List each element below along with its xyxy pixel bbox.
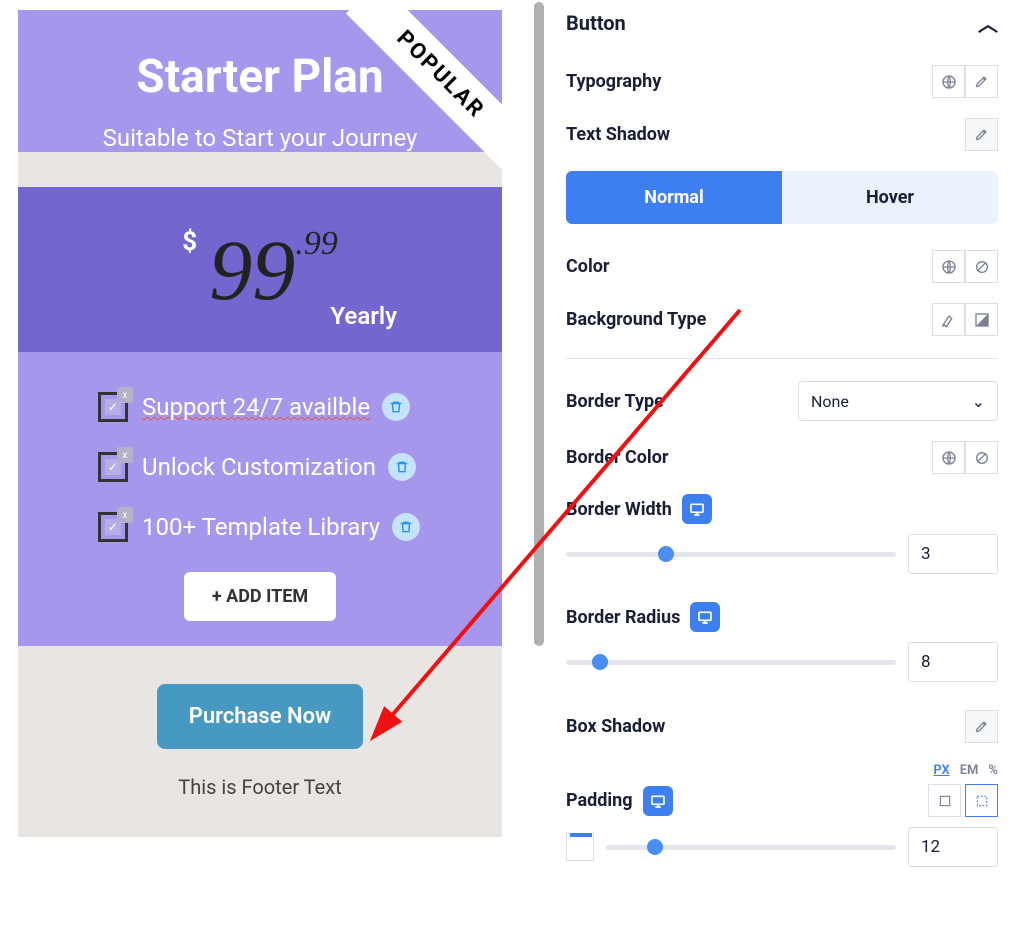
section-title: Button: [566, 11, 626, 35]
color-swatch-icon[interactable]: [965, 441, 998, 474]
state-tabs: Normal Hover: [566, 171, 998, 224]
price-bar: $ 99 .99 Yearly: [18, 187, 502, 352]
price-main: 99: [209, 227, 295, 313]
border-type-value: None: [811, 392, 849, 411]
feature-label: Unlock Customization: [142, 453, 376, 481]
purchase-button[interactable]: Purchase Now: [157, 684, 364, 749]
globe-icon[interactable]: [932, 250, 965, 283]
border-radius-slider-row: 8: [566, 642, 998, 682]
color-swatch-icon[interactable]: [965, 250, 998, 283]
card-header: POPULAR Starter Plan Suitable to Start y…: [18, 10, 502, 152]
footer-text: This is Footer Text: [38, 775, 482, 799]
color-row: Color: [566, 250, 998, 283]
gradient-icon[interactable]: [965, 303, 998, 336]
border-width-slider-row: 3: [566, 534, 998, 574]
feature-item[interactable]: ✓x Unlock Customization: [48, 452, 472, 482]
trash-icon[interactable]: [392, 513, 420, 541]
unit-em[interactable]: EM: [960, 763, 979, 778]
card-footer: Purchase Now This is Footer Text: [18, 646, 502, 837]
typography-row: Typography: [566, 65, 998, 98]
padding-side-indicator[interactable]: [566, 833, 594, 861]
border-radius-label: Border Radius: [566, 607, 680, 628]
features-list: ✓x Support 24/7 availble ✓x Unlock Custo…: [18, 352, 502, 646]
border-radius-input[interactable]: 8: [908, 642, 998, 682]
price-period: Yearly: [330, 302, 397, 330]
section-header-button[interactable]: Button ︿: [566, 8, 998, 37]
plan-subtitle: Suitable to Start your Journey: [38, 124, 482, 152]
background-type-label: Background Type: [566, 309, 706, 330]
box-shadow-row: Box Shadow: [566, 710, 998, 743]
border-type-row: Border Type None ⌄: [566, 381, 998, 421]
border-width-label: Border Width: [566, 499, 672, 520]
padding-slider[interactable]: [606, 845, 896, 850]
border-width-slider[interactable]: [566, 552, 896, 557]
trash-icon[interactable]: [388, 453, 416, 481]
text-shadow-row: Text Shadow: [566, 118, 998, 151]
pencil-icon[interactable]: [965, 118, 998, 151]
border-radius-slider[interactable]: [566, 660, 896, 665]
feature-item[interactable]: ✓x 100+ Template Library: [48, 512, 472, 542]
remove-icon[interactable]: x: [117, 387, 133, 403]
tab-hover[interactable]: Hover: [782, 171, 998, 224]
scroll-thumb[interactable]: [534, 2, 544, 646]
typography-label: Typography: [566, 71, 661, 92]
feature-item[interactable]: ✓x Support 24/7 availble: [48, 392, 472, 422]
pencil-icon[interactable]: [965, 710, 998, 743]
unlink-icon[interactable]: [928, 784, 961, 817]
price-currency: $: [182, 227, 197, 257]
feature-label: 100+ Template Library: [142, 513, 380, 541]
border-type-label: Border Type: [566, 391, 664, 412]
padding-control: 12: [566, 827, 998, 867]
desktop-icon[interactable]: [643, 786, 673, 816]
border-color-label: Border Color: [566, 447, 668, 468]
preview-pane: POPULAR Starter Plan Suitable to Start y…: [0, 0, 540, 933]
border-width-row: Border Width: [566, 494, 998, 524]
border-width-input[interactable]: 3: [908, 534, 998, 574]
background-type-row: Background Type: [566, 303, 998, 336]
unit-selector: PX EM %: [566, 763, 998, 778]
link-values-toggle: [928, 784, 998, 817]
globe-icon[interactable]: [932, 441, 965, 474]
trash-icon[interactable]: [382, 393, 410, 421]
unit-px[interactable]: PX: [933, 763, 949, 778]
chevron-down-icon: ⌄: [972, 392, 985, 411]
style-panel: Button ︿ Typography Text Shadow Normal H…: [540, 0, 1024, 933]
remove-icon[interactable]: x: [117, 447, 133, 463]
desktop-icon[interactable]: [690, 602, 720, 632]
add-item-button[interactable]: + ADD ITEM: [184, 572, 336, 621]
tab-normal[interactable]: Normal: [566, 171, 782, 224]
globe-icon[interactable]: [932, 65, 965, 98]
padding-label: Padding: [566, 790, 633, 811]
desktop-icon[interactable]: [682, 494, 712, 524]
divider: [566, 358, 998, 359]
pricing-card: POPULAR Starter Plan Suitable to Start y…: [18, 10, 502, 837]
checkbox-icon[interactable]: ✓x: [98, 452, 128, 482]
unit-percent[interactable]: %: [988, 763, 998, 778]
border-radius-row: Border Radius: [566, 602, 998, 632]
checkbox-icon[interactable]: ✓x: [98, 392, 128, 422]
link-icon[interactable]: [965, 784, 998, 817]
feature-label: Support 24/7 availble: [142, 393, 370, 421]
border-type-select[interactable]: None ⌄: [798, 381, 998, 421]
chevron-up-icon: ︿: [978, 8, 998, 37]
padding-row: Padding: [566, 784, 998, 817]
paint-icon[interactable]: [932, 303, 965, 336]
pencil-icon[interactable]: [965, 65, 998, 98]
box-shadow-label: Box Shadow: [566, 716, 665, 737]
padding-input[interactable]: 12: [908, 827, 998, 867]
border-color-row: Border Color: [566, 441, 998, 474]
scrollbar[interactable]: [534, 2, 544, 646]
price-decimal: .99: [295, 225, 338, 263]
text-shadow-label: Text Shadow: [566, 124, 670, 145]
checkbox-icon[interactable]: ✓x: [98, 512, 128, 542]
color-label: Color: [566, 256, 609, 277]
remove-icon[interactable]: x: [117, 507, 133, 523]
